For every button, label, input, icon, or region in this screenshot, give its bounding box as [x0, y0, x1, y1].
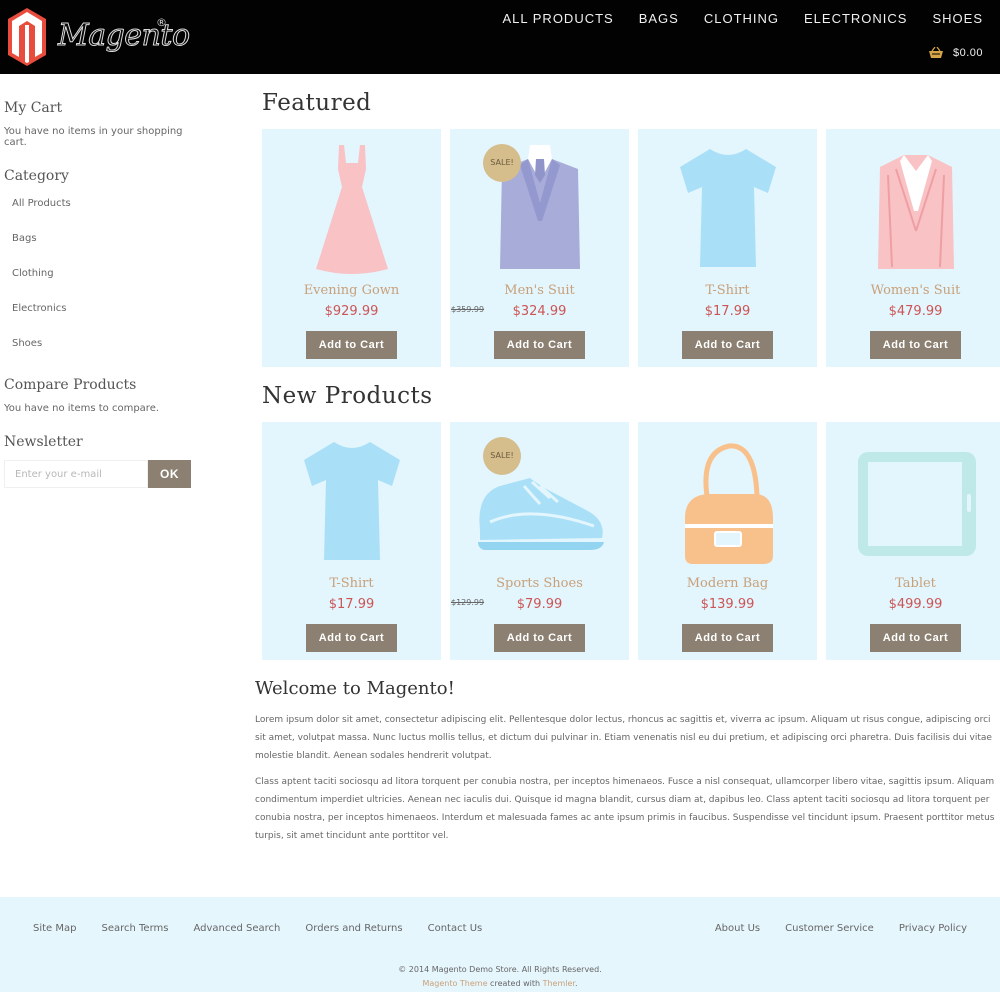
welcome-title: Welcome to Magento! [255, 678, 455, 699]
new-products-title: New Products [262, 383, 433, 409]
product-price: $324.99 [512, 304, 567, 319]
sale-badge: SALE! [483, 437, 521, 475]
sale-badge: SALE! [483, 144, 521, 182]
product-name[interactable]: Modern Bag [638, 576, 817, 591]
my-cart-title: My Cart [4, 100, 63, 116]
mini-cart[interactable]: $0.00 [928, 47, 983, 59]
logo-wordmark: Magento [58, 18, 191, 54]
product-price: $17.99 [704, 304, 751, 319]
footer-link-privacy-policy[interactable]: Privacy Policy [899, 923, 967, 934]
product-price: $499.99 [888, 597, 943, 612]
product-name[interactable]: Women's Suit [826, 283, 1000, 298]
compare-empty-text: You have no items to compare. [4, 403, 160, 414]
credit-end-text: . [574, 979, 578, 988]
welcome-paragraph-1: Lorem ipsum dolor sit amet, consectetur … [255, 715, 992, 761]
site-footer: Site Map Search Terms Advanced Search Or… [0, 897, 1000, 992]
cart-empty-text: You have no items in your shopping cart. [4, 126, 183, 148]
footer-link-contact-us[interactable]: Contact Us [428, 923, 483, 934]
nav-bags[interactable]: BAGS [639, 11, 679, 26]
footer-link-orders-returns[interactable]: Orders and Returns [305, 923, 402, 934]
footer-link-advanced-search[interactable]: Advanced Search [193, 923, 280, 934]
add-to-cart-button[interactable]: Add to Cart [494, 624, 585, 652]
product-price: $17.99 [328, 597, 375, 612]
new-products-grid: T-Shirt $17.99 Add to Cart SALE! $129.99… [262, 422, 1000, 660]
newsletter-email-input[interactable] [4, 460, 148, 488]
product-name[interactable]: Evening Gown [262, 283, 441, 298]
site-header: Magento ® ALL PRODUCTS BAGS CLOTHING ELE… [0, 0, 1000, 74]
tshirt-icon [680, 149, 776, 267]
nav-electronics[interactable]: ELECTRONICS [804, 11, 907, 26]
category-bags[interactable]: Bags [12, 229, 204, 264]
compare-title: Compare Products [4, 377, 137, 393]
credit-author-link[interactable]: Themler [543, 979, 575, 988]
theme-credit: Magento Theme created with Themler. [0, 979, 1000, 988]
footer-links-left: Site Map Search Terms Advanced Search Or… [33, 923, 482, 934]
nav-all-products[interactable]: ALL PRODUCTS [503, 11, 614, 26]
product-name[interactable]: Sports Shoes [450, 576, 629, 591]
newsletter-title: Newsletter [4, 434, 83, 450]
product-card[interactable]: Evening Gown $929.99 Add to Cart [262, 129, 441, 367]
product-price: $79.99 [516, 597, 563, 612]
category-electronics[interactable]: Electronics [12, 299, 204, 334]
product-name[interactable]: T-Shirt [638, 283, 817, 298]
main-nav: ALL PRODUCTS BAGS CLOTHING ELECTRONICS S… [503, 11, 984, 26]
newsletter-form: OK [4, 460, 204, 488]
nav-clothing[interactable]: CLOTHING [704, 11, 779, 26]
category-shoes[interactable]: Shoes [12, 334, 204, 369]
womens-suit-icon [878, 155, 954, 269]
dress-icon [316, 145, 388, 274]
footer-link-search-terms[interactable]: Search Terms [101, 923, 168, 934]
product-card[interactable]: Tablet $499.99 Add to Cart [826, 422, 1000, 660]
registered-mark: ® [156, 16, 167, 29]
add-to-cart-button[interactable]: Add to Cart [494, 331, 585, 359]
credit-theme-link[interactable]: Magento Theme [422, 979, 487, 988]
product-name[interactable]: Tablet [826, 576, 1000, 591]
product-card[interactable]: SALE! $359.99 Men's Suit $324.99 Add to … [450, 129, 629, 367]
cart-total: $0.00 [952, 47, 983, 59]
category-title: Category [4, 168, 69, 184]
product-card[interactable]: T-Shirt $17.99 Add to Cart [262, 422, 441, 660]
add-to-cart-button[interactable]: Add to Cart [682, 624, 773, 652]
bag-icon [685, 443, 773, 564]
footer-links-right: About Us Customer Service Privacy Policy [715, 923, 967, 934]
newsletter-ok-button[interactable]: OK [148, 460, 191, 488]
product-price: $929.99 [324, 304, 379, 319]
tablet-icon [858, 452, 976, 556]
product-name[interactable]: T-Shirt [262, 576, 441, 591]
category-clothing[interactable]: Clothing [12, 264, 204, 299]
product-name[interactable]: Men's Suit [450, 283, 629, 298]
sidebar: My Cart You have no items in your shoppi… [4, 100, 204, 488]
magento-logo[interactable]: Magento ® [8, 8, 190, 66]
footer-link-site-map[interactable]: Site Map [33, 923, 76, 934]
welcome-section: Welcome to Magento! Lorem ipsum dolor si… [255, 678, 995, 853]
add-to-cart-button[interactable]: Add to Cart [870, 331, 961, 359]
product-card[interactable]: Women's Suit $479.99 Add to Cart [826, 129, 1000, 367]
featured-grid: Evening Gown $929.99 Add to Cart SALE! $… [262, 129, 1000, 367]
footer-link-about-us[interactable]: About Us [715, 923, 760, 934]
footer-link-customer-service[interactable]: Customer Service [785, 923, 874, 934]
nav-shoes[interactable]: SHOES [932, 11, 983, 26]
welcome-paragraph-2: Class aptent taciti sociosqu ad litora t… [255, 777, 995, 841]
basket-icon [928, 47, 943, 58]
add-to-cart-button[interactable]: Add to Cart [870, 624, 961, 652]
featured-title: Featured [262, 90, 372, 116]
add-to-cart-button[interactable]: Add to Cart [306, 624, 397, 652]
category-all-products[interactable]: All Products [12, 194, 204, 229]
product-card[interactable]: Modern Bag $139.99 Add to Cart [638, 422, 817, 660]
tshirt-icon [304, 442, 400, 560]
copyright-text: © 2014 Magento Demo Store. All Rights Re… [398, 965, 602, 974]
credit-mid-text: created with [487, 979, 543, 988]
category-list: All Products Bags Clothing Electronics S… [12, 194, 204, 369]
product-price: $479.99 [888, 304, 943, 319]
add-to-cart-button[interactable]: Add to Cart [682, 331, 773, 359]
product-card[interactable]: T-Shirt $17.99 Add to Cart [638, 129, 817, 367]
product-card[interactable]: SALE! $129.99 Sports Shoes $79.99 Add to… [450, 422, 629, 660]
product-price: $139.99 [700, 597, 755, 612]
add-to-cart-button[interactable]: Add to Cart [306, 331, 397, 359]
magento-logo-icon [8, 8, 46, 66]
